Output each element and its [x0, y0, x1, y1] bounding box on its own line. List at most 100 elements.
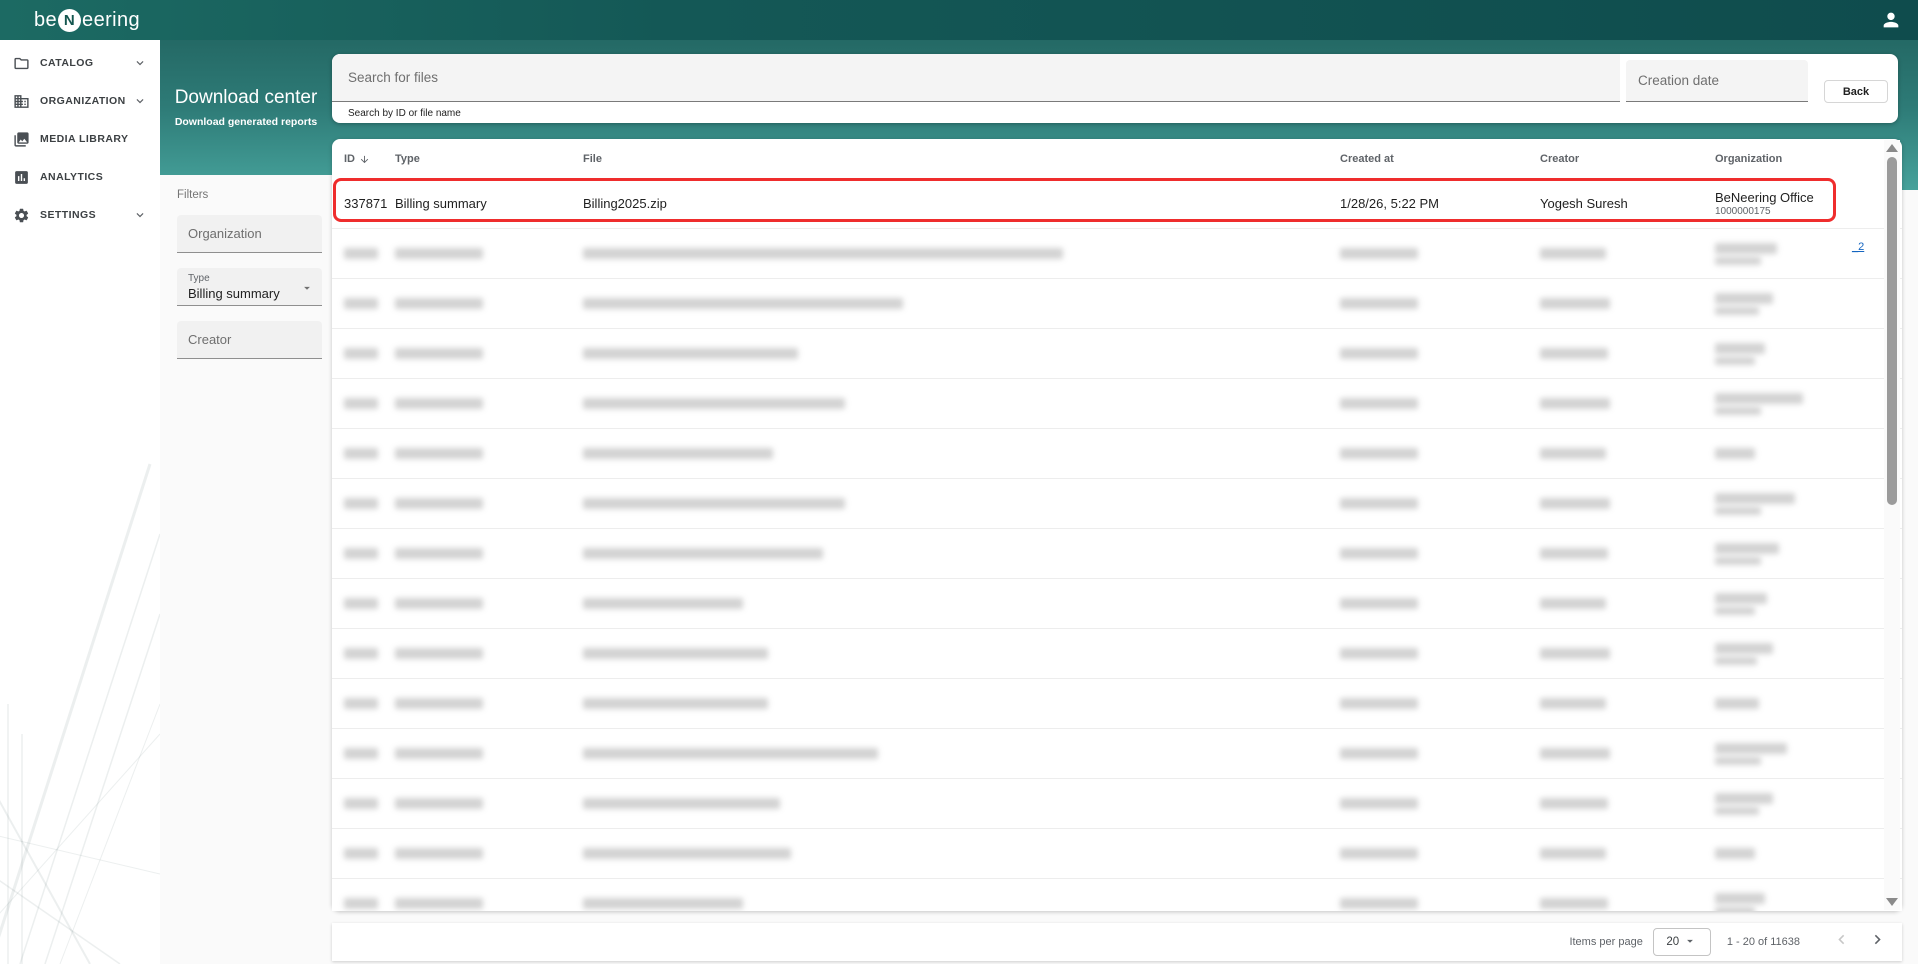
table-row-redacted[interactable]: [332, 829, 1902, 879]
cell-id: 337871: [344, 179, 387, 228]
cell-organization-redacted: [1715, 679, 1759, 728]
column-header-type[interactable]: Type: [395, 139, 420, 179]
cell-organization-redacted: [1715, 329, 1765, 378]
cell-organization-redacted: [1715, 529, 1779, 578]
page-subtitle: Download generated reports: [175, 116, 317, 128]
sidebar-item-label: SETTINGS: [40, 209, 96, 221]
filter-type-select[interactable]: Type Billing summary: [177, 268, 322, 306]
building-watermark-image: [0, 404, 160, 964]
cell-organization-redacted: [1715, 379, 1803, 428]
sort-descending-icon: [359, 154, 370, 165]
scrollbar-thumb[interactable]: [1887, 157, 1897, 505]
table-row-redacted[interactable]: [332, 429, 1902, 479]
table-row-redacted[interactable]: [332, 529, 1902, 579]
filter-organization-field[interactable]: [177, 215, 322, 253]
cell-created: 1/28/26, 5:22 PM: [1340, 179, 1439, 228]
chevron-left-icon: [1832, 930, 1851, 954]
table-row-redacted[interactable]: [332, 629, 1902, 679]
back-button[interactable]: Back: [1824, 80, 1888, 103]
search-toolbar-card: Search by ID or file name Back: [332, 54, 1898, 123]
cell-organization-redacted: [1715, 479, 1795, 528]
organization-name: BeNeering Office: [1715, 190, 1814, 205]
organization-input[interactable]: [177, 215, 322, 252]
row2-partial-link[interactable]: _2: [1852, 241, 1864, 253]
column-header-creator[interactable]: Creator: [1540, 139, 1579, 179]
table-row-redacted[interactable]: [332, 729, 1902, 779]
cell-organization-redacted: [1715, 579, 1767, 628]
cell-organization-redacted: [1715, 829, 1755, 878]
table-row-redacted[interactable]: [332, 579, 1902, 629]
scroll-down-arrow-icon[interactable]: [1886, 898, 1898, 906]
sidebar-item-organization[interactable]: ORGANIZATION: [0, 82, 160, 120]
column-header-created[interactable]: Created at: [1340, 139, 1394, 179]
building-icon: [13, 93, 30, 110]
sidebar-item-label: ORGANIZATION: [40, 95, 126, 107]
organization-id: 1000000175: [1715, 206, 1771, 217]
dropdown-arrow-icon: [300, 281, 314, 300]
folder-icon: [13, 55, 30, 72]
column-header-org[interactable]: Organization: [1715, 139, 1782, 179]
table-row-redacted[interactable]: [332, 229, 1902, 279]
sidebar: CATALOG ORGANIZATION MEDIA LIBRARY ANALY…: [0, 40, 160, 964]
column-header-id[interactable]: ID: [344, 139, 370, 179]
pagination-bar: Items per page 20 1 - 20 of 11638: [332, 923, 1902, 961]
items-per-page-select[interactable]: 20: [1653, 928, 1711, 956]
table-row-redacted[interactable]: [332, 379, 1902, 429]
creation-date-field[interactable]: [1626, 60, 1808, 102]
table-row-redacted[interactable]: [332, 779, 1902, 829]
page-title: Download center: [175, 87, 318, 109]
cell-type: Billing summary: [395, 179, 487, 228]
beneering-logo[interactable]: beNeering: [34, 9, 140, 32]
cell-organization-redacted: [1715, 229, 1777, 278]
table-scrollbar[interactable]: [1884, 140, 1900, 910]
logo-n-icon: N: [58, 9, 81, 32]
creation-date-input[interactable]: [1626, 60, 1808, 101]
cell-organization-redacted: [1715, 779, 1773, 828]
previous-page-button[interactable]: [1830, 931, 1852, 953]
table-row-redacted[interactable]: [332, 479, 1902, 529]
sidebar-item-analytics[interactable]: ANALYTICS: [0, 158, 160, 196]
cell-organization: BeNeering Office 1000000175: [1715, 179, 1814, 228]
table-row-redacted[interactable]: [332, 279, 1902, 329]
sidebar-item-label: ANALYTICS: [40, 171, 103, 183]
person-icon: [1880, 18, 1902, 35]
table-row-redacted[interactable]: [332, 329, 1902, 379]
filter-creator-field[interactable]: [177, 321, 322, 359]
photo-library-icon: [13, 131, 30, 148]
sidebar-item-catalog[interactable]: CATALOG: [0, 44, 160, 82]
page-range-label: 1 - 20 of 11638: [1727, 936, 1800, 948]
sidebar-item-media-library[interactable]: MEDIA LIBRARY: [0, 120, 160, 158]
table-row-highlighted[interactable]: 337871 Billing summary Billing2025.zip 1…: [332, 179, 1902, 229]
next-page-button[interactable]: [1866, 931, 1888, 953]
chevron-down-icon: [133, 208, 147, 227]
cell-organization-redacted: [1715, 879, 1765, 911]
column-header-file[interactable]: File: [583, 139, 602, 179]
items-per-page-label: Items per page: [1569, 936, 1642, 948]
sidebar-item-label: CATALOG: [40, 57, 94, 69]
creator-input[interactable]: [177, 321, 322, 358]
chevron-down-icon: [133, 94, 147, 113]
bar-chart-icon: [13, 169, 30, 186]
table-body: 337871 Billing summary Billing2025.zip 1…: [332, 179, 1902, 911]
page-header: Download center Download generated repor…: [160, 40, 332, 175]
table-header-row: ID Type File Created at Creator Organization: [332, 139, 1902, 180]
items-per-page-value: 20: [1666, 936, 1679, 948]
main-content: Download center Download generated repor…: [160, 40, 1918, 964]
top-app-bar: beNeering: [0, 0, 1918, 40]
table-row-redacted[interactable]: [332, 679, 1902, 729]
cell-organization-redacted: [1715, 279, 1773, 328]
dropdown-arrow-icon: [1683, 934, 1697, 951]
user-account-button[interactable]: [1880, 9, 1902, 31]
file-search-field[interactable]: [332, 54, 1620, 102]
chevron-down-icon: [133, 56, 147, 75]
table-row-redacted[interactable]: [332, 879, 1902, 911]
search-input[interactable]: [332, 54, 1620, 101]
search-hint-text: Search by ID or file name: [348, 108, 461, 119]
logo-text-pre: be: [34, 9, 57, 32]
downloads-table-card: IDTypeFileCreated atCreatorOrganization …: [332, 139, 1902, 911]
gear-icon: [13, 207, 30, 224]
chevron-right-icon: [1868, 930, 1887, 954]
sidebar-item-label: MEDIA LIBRARY: [40, 133, 129, 145]
sidebar-item-settings[interactable]: SETTINGS: [0, 196, 160, 234]
scroll-up-arrow-icon[interactable]: [1886, 144, 1898, 152]
